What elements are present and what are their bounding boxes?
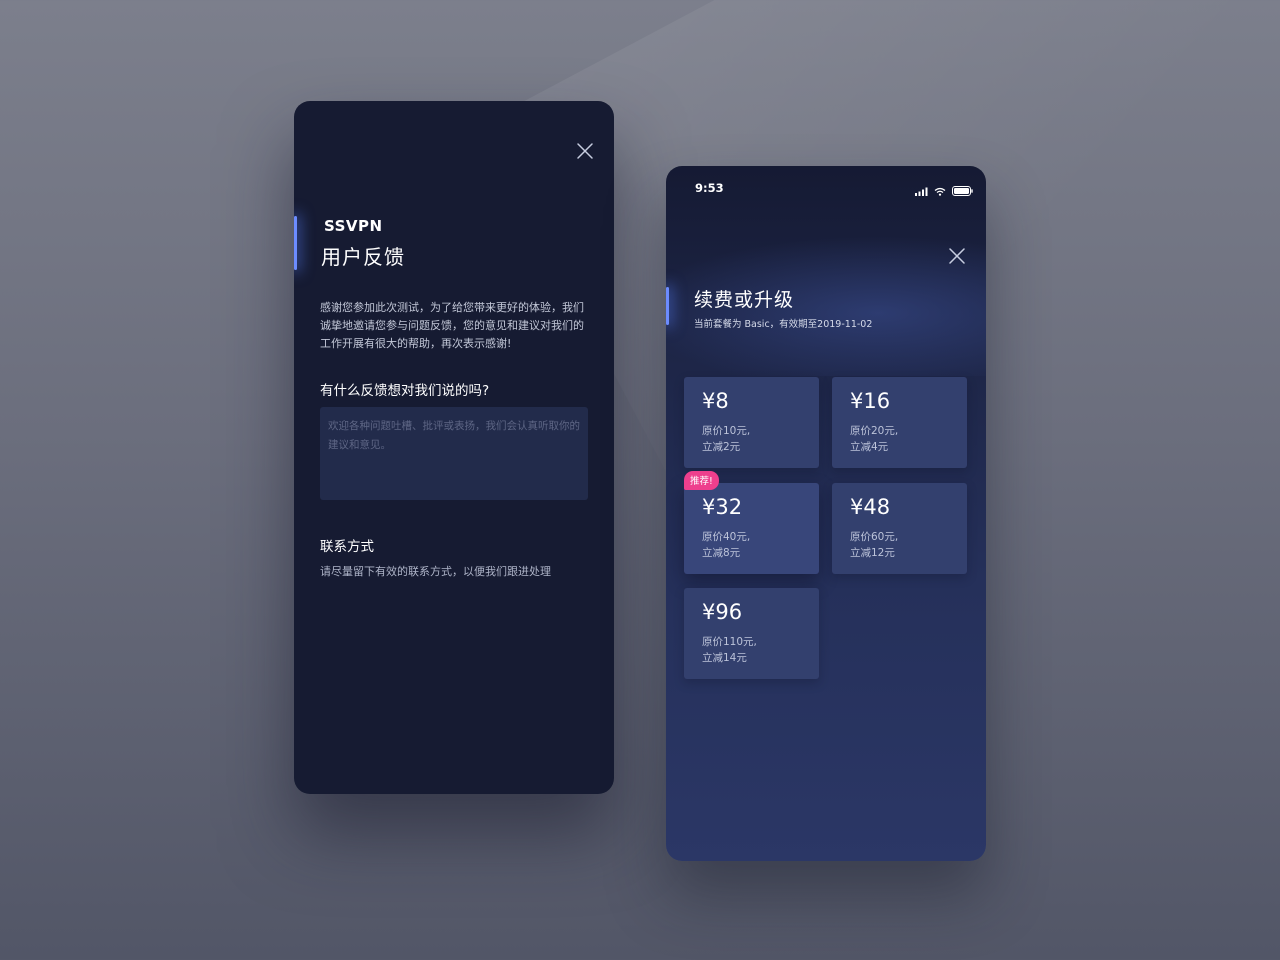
plan-desc: 原价20元, 立减4元 — [850, 423, 898, 455]
status-icons — [915, 181, 973, 200]
plan-desc: 原价110元, 立减14元 — [702, 634, 757, 666]
feedback-input[interactable] — [320, 407, 588, 500]
plan-discount: 立减4元 — [850, 441, 889, 453]
plan-original-price: 原价10元, — [702, 425, 751, 437]
question-label: 有什么反馈想对我们说的吗? — [320, 383, 490, 399]
plan-desc: 原价60元, 立减12元 — [850, 529, 898, 561]
plan-original-price: 原价60元, — [850, 531, 899, 543]
plan-original-price: 原价40元, — [702, 531, 751, 543]
plan-desc: 原价40元, 立减8元 — [702, 529, 750, 561]
intro-text: 感谢您参加此次测试，为了给您带来更好的体验，我们诚挚地邀请您参与问题反馈，您的意… — [320, 301, 584, 350]
plan-discount: 立减2元 — [702, 441, 741, 453]
plan-price: ¥16 — [850, 389, 891, 413]
renew-screen: 9:53 续费或升级 当前套餐为 Basic，有效期至2019-11-02 ¥8… — [666, 166, 986, 861]
plan-card[interactable]: ¥8 原价10元, 立减2元 — [684, 377, 819, 468]
plan-price: ¥32 — [702, 495, 743, 519]
plan-discount: 立减14元 — [702, 652, 747, 664]
contact-label: 联系方式 — [320, 539, 374, 555]
plan-card[interactable]: ¥48 原价60元, 立减12元 — [832, 483, 967, 574]
plan-price: ¥96 — [702, 600, 743, 624]
wifi-icon — [934, 181, 946, 200]
plan-card[interactable]: ¥16 原价20元, 立减4元 — [832, 377, 967, 468]
plan-card-recommended[interactable]: ¥32 原价40元, 立减8元 — [684, 483, 819, 574]
contact-hint: 请尽量留下有效的联系方式，以便我们跟进处理 — [320, 565, 551, 578]
plan-card[interactable]: ¥96 原价110元, 立减14元 — [684, 588, 819, 679]
close-icon — [577, 143, 593, 159]
close-icon — [949, 248, 965, 264]
recommended-badge: 推荐! — [684, 471, 719, 490]
plan-discount: 立减12元 — [850, 547, 895, 559]
plan-original-price: 原价110元, — [702, 636, 757, 648]
plan-original-price: 原价20元, — [850, 425, 899, 437]
battery-icon — [952, 181, 973, 200]
page-title: 用户反馈 — [321, 245, 405, 269]
plan-desc: 原价10元, 立减2元 — [702, 423, 750, 455]
accent-bar — [666, 287, 669, 325]
plan-price: ¥48 — [850, 495, 891, 519]
plan-discount: 立减8元 — [702, 547, 741, 559]
feedback-screen: SSVPN 用户反馈 感谢您参加此次测试，为了给您带来更好的体验，我们诚挚地邀请… — [294, 101, 614, 794]
plan-status: 当前套餐为 Basic，有效期至2019-11-02 — [694, 319, 873, 330]
accent-bar — [294, 216, 297, 270]
signal-icon — [915, 181, 928, 200]
plan-price: ¥8 — [702, 389, 729, 413]
page-title: 续费或升级 — [694, 289, 795, 311]
brand-name: SSVPN — [324, 217, 383, 235]
close-button[interactable] — [947, 246, 967, 266]
close-button[interactable] — [575, 141, 595, 161]
status-time: 9:53 — [695, 181, 724, 195]
